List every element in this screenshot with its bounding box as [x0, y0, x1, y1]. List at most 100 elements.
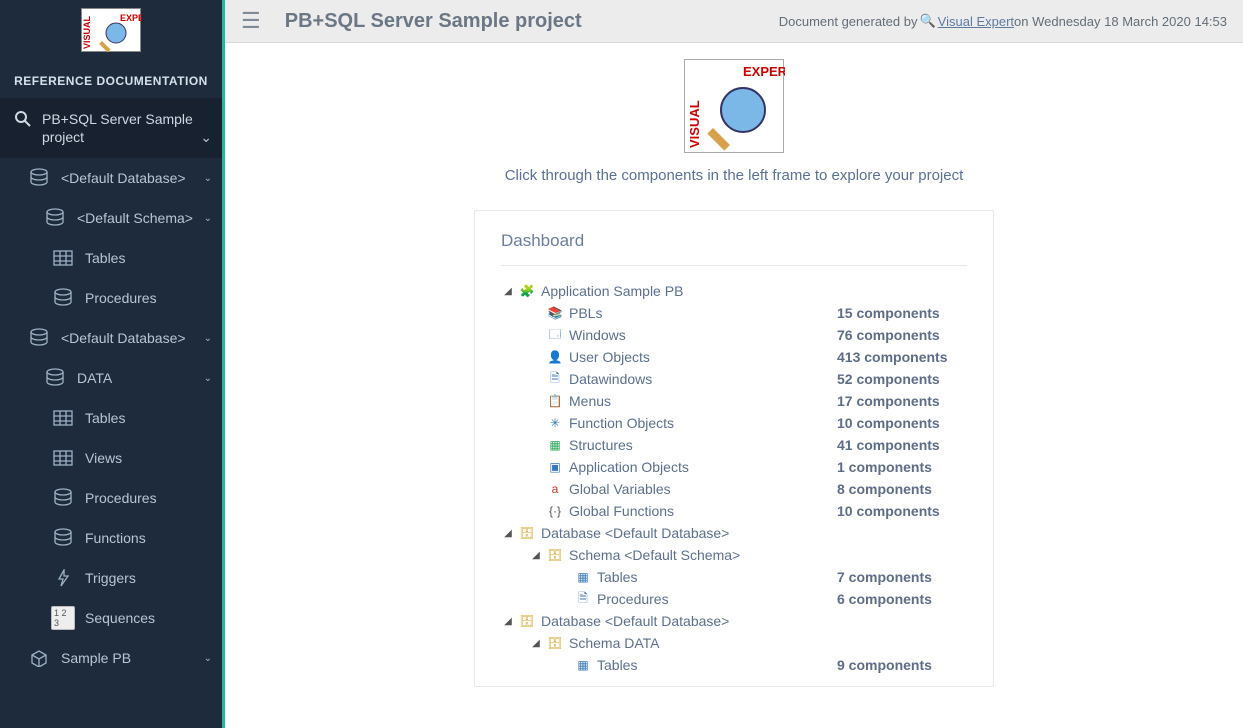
tree-item-name: Application Sample PB — [541, 283, 683, 299]
tree-row[interactable]: ◢ 🗄 Database <Default Database> — [501, 610, 967, 632]
views-icon — [51, 448, 75, 468]
dw-icon: 🗎 — [547, 371, 563, 387]
tree-item-count: 8 components — [827, 481, 967, 497]
tree-row[interactable]: ▣ Application Objects 1 components — [501, 456, 967, 478]
tree-row[interactable]: ◢🗄Database <Default Database> — [501, 522, 967, 544]
tree-item-name: Tables — [597, 569, 637, 585]
sidebar-item-label: Views — [85, 450, 212, 466]
content: EXPERTVISUAL Click through the component… — [225, 43, 1243, 703]
db-icon — [43, 208, 67, 228]
func-icon: ✳ — [547, 415, 563, 431]
twisty-icon[interactable]: ◢ — [529, 638, 543, 649]
tree-item-count: 41 components — [827, 437, 967, 453]
sidebar-item-0[interactable]: <Default Database>⌄ — [0, 158, 222, 198]
twisty-icon[interactable]: ◢ — [501, 528, 515, 539]
tree-row[interactable]: ▦Tables7 components — [501, 566, 967, 588]
tree-item-name: Database <Default Database> — [541, 613, 729, 629]
tree-item-count: 10 components — [827, 503, 967, 519]
sidebar-item-label: Functions — [85, 530, 212, 546]
dashboard-title: Dashboard — [501, 231, 967, 266]
tree-item-name: Database <Default Database> — [541, 525, 729, 541]
tree-item-count: 1 components — [827, 459, 967, 475]
tree-row[interactable]: ◢🗄Schema DATA — [501, 632, 967, 654]
page-title: PB+SQL Server Sample project — [285, 10, 582, 33]
tree-row[interactable]: 📋Menus17 components — [501, 390, 967, 412]
sidebar-project[interactable]: PB+SQL Server Sample project ⌄ — [0, 98, 222, 158]
tree-row[interactable]: 👤User Objects413 components — [501, 346, 967, 368]
db-icon — [27, 328, 51, 348]
tree-row[interactable]: 🗎Procedures6 components — [501, 588, 967, 610]
seq-icon: 1 2 3 — [51, 608, 75, 628]
struct-icon: ▦ — [547, 437, 563, 453]
sidebar-item-1[interactable]: <Default Schema>⌄ — [0, 198, 222, 238]
tree-item-count: 52 components — [827, 371, 967, 387]
sidebar-item-label: <Default Database> — [61, 170, 204, 186]
tree-item-name: User Objects — [569, 349, 650, 365]
tree-row[interactable]: ◢ 🧩 Application Sample PB — [501, 280, 967, 302]
generated-prefix: Document generated by — [779, 14, 918, 29]
app-icon: 🧩 — [519, 283, 535, 299]
tree-row[interactable]: 🗎 Datawindows 52 components — [501, 368, 967, 390]
tree-row[interactable]: 📚PBLs15 components — [501, 302, 967, 324]
tree-row[interactable]: ▦Structures41 components — [501, 434, 967, 456]
search-small-icon: 🔍 — [919, 13, 935, 29]
sidebar-item-7[interactable]: Views — [0, 438, 222, 478]
tree-row[interactable]: {·}Global Functions10 components — [501, 500, 967, 522]
tree-item-name: Tables — [597, 657, 637, 673]
tree-row[interactable]: 🗔Windows76 components — [501, 324, 967, 346]
sidebar-item-2[interactable]: Tables — [0, 238, 222, 278]
tree-row[interactable]: aGlobal Variables8 components — [501, 478, 967, 500]
tree-item-name: Function Objects — [569, 415, 674, 431]
sidebar-item-11[interactable]: 1 2 3 Sequences — [0, 598, 222, 638]
sidebar-item-3[interactable]: Procedures — [0, 278, 222, 318]
tree-item-name: Menus — [569, 393, 611, 409]
generated-by: Document generated by 🔍 Visual Expert on… — [779, 13, 1227, 29]
twisty-icon[interactable]: ◢ — [501, 286, 515, 297]
sidebar-item-label: Sequences — [85, 610, 212, 626]
table-icon — [51, 248, 75, 268]
tree-row[interactable]: ✳Function Objects10 components — [501, 412, 967, 434]
dashboard-tree: ◢ 🧩 Application Sample PB 📚PBLs15 component… — [501, 280, 967, 676]
sidebar-logo: EXPERTVISUAL — [0, 0, 222, 64]
db-icon — [51, 488, 75, 508]
sidebar-item-label: Procedures — [85, 290, 212, 306]
tree-row[interactable]: ▦Tables9 components — [501, 654, 967, 676]
tree-item-name: Windows — [569, 327, 626, 343]
main: ☰ PB+SQL Server Sample project Document … — [225, 0, 1243, 728]
sidebar-title: REFERENCE DOCUMENTATION — [0, 64, 222, 98]
chevron-down-icon: ⌄ — [204, 373, 212, 384]
pbl-icon: 📚 — [547, 305, 563, 321]
sidebar-item-4[interactable]: <Default Database>⌄ — [0, 318, 222, 358]
sidebar-item-5[interactable]: DATA⌄ — [0, 358, 222, 398]
sidebar-item-label: DATA — [77, 370, 204, 386]
table-icon — [51, 408, 75, 428]
tree-item-count: 9 components — [827, 657, 967, 673]
sidebar-item-8[interactable]: Procedures — [0, 478, 222, 518]
project-label: PB+SQL Server Sample project — [42, 110, 208, 146]
dbcube-icon: 🗄 — [547, 547, 563, 563]
hamburger-icon[interactable]: ☰ — [241, 8, 261, 34]
sidebar-item-6[interactable]: Tables — [0, 398, 222, 438]
tree-item-count: 76 components — [827, 327, 967, 343]
tree-row[interactable]: ◢ 🗄 Schema <Default Schema> — [501, 544, 967, 566]
twisty-icon[interactable]: ◢ — [529, 550, 543, 561]
tbl-icon: ▦ — [575, 569, 591, 585]
sidebar-item-9[interactable]: Functions — [0, 518, 222, 558]
dbcube-icon: 🗄 — [519, 613, 535, 629]
content-logo: EXPERTVISUAL — [684, 59, 784, 153]
chevron-down-icon: ⌄ — [200, 129, 212, 146]
visual-expert-link[interactable]: Visual Expert — [938, 14, 1014, 29]
twisty-icon[interactable]: ◢ — [501, 616, 515, 627]
tree-item-name: Schema <Default Schema> — [569, 547, 740, 563]
tree-item-count: 15 components — [827, 305, 967, 321]
sidebar-item-label: Tables — [85, 410, 212, 426]
tree-item-name: Datawindows — [569, 371, 652, 387]
intro-text: Click through the components in the left… — [241, 167, 1227, 184]
search-icon — [14, 110, 34, 131]
sidebar-item-10[interactable]: Triggers — [0, 558, 222, 598]
appobj-icon: ▣ — [547, 459, 563, 475]
sidebar-item-12[interactable]: Sample PB⌄ — [0, 638, 222, 678]
chevron-down-icon: ⌄ — [204, 653, 212, 664]
tree-item-name: Application Objects — [569, 459, 689, 475]
db-icon — [43, 368, 67, 388]
